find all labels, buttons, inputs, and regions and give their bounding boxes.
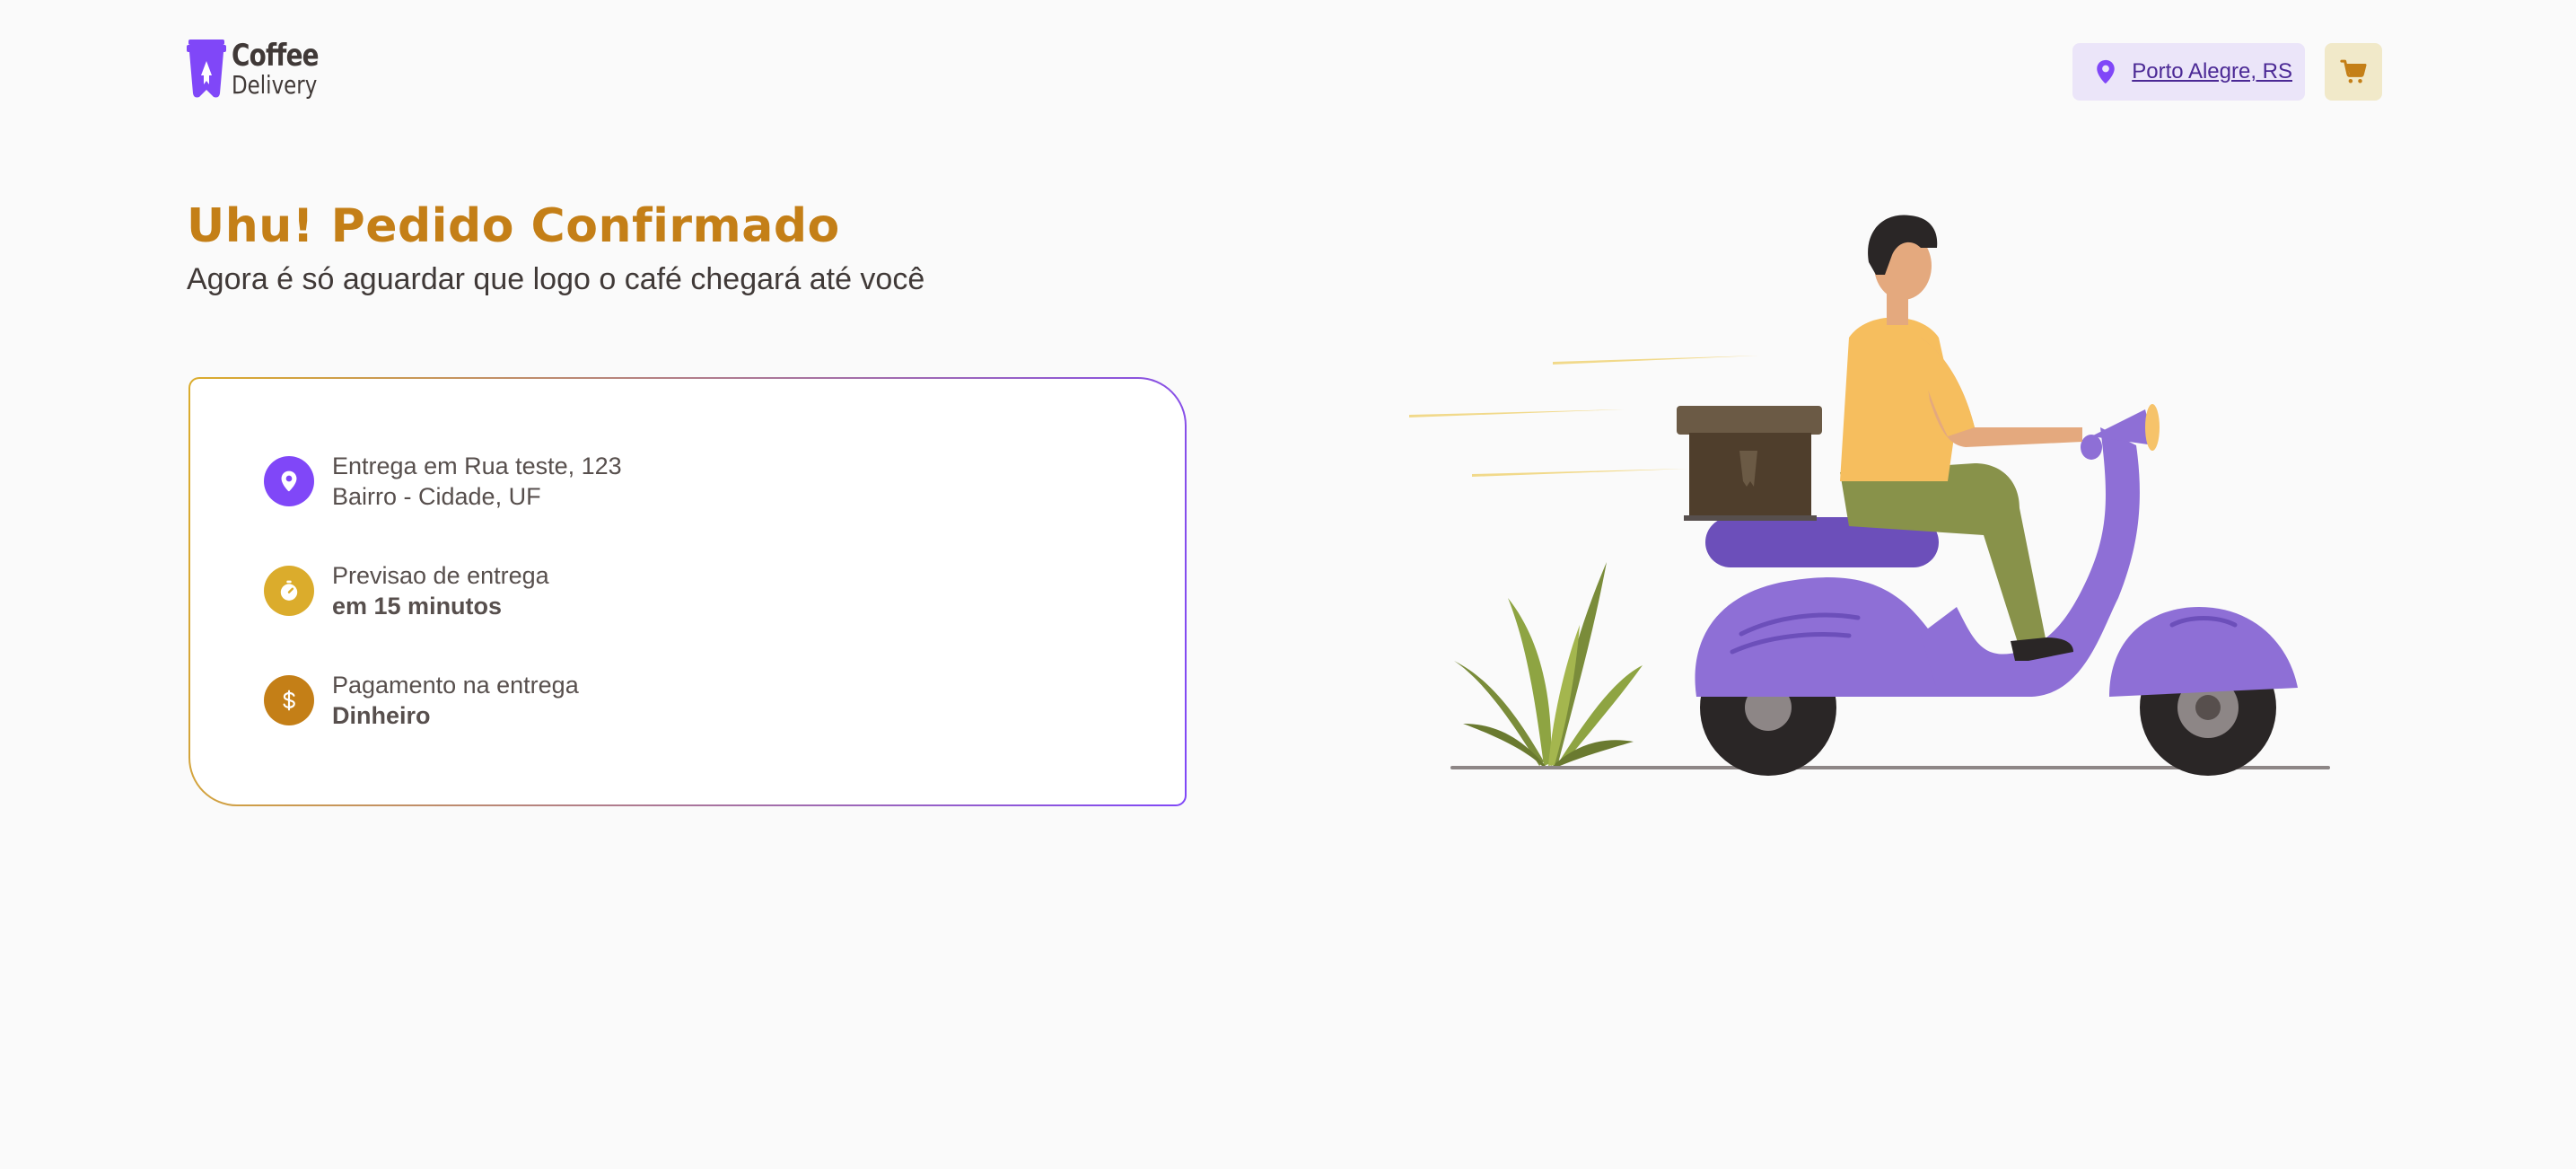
shopping-cart-icon <box>2340 59 2367 84</box>
header-actions: Porto Alegre, RS <box>2072 43 2382 101</box>
order-info-card-body: Entrega em Rua teste, 123 Bairro - Cidad… <box>190 379 1185 804</box>
page-subtitle: Agora é só aguardar que logo o café cheg… <box>187 262 925 296</box>
cart-button[interactable] <box>2325 43 2382 101</box>
eta-label: Previsao de entrega <box>332 562 549 589</box>
map-pin-icon <box>2097 59 2115 84</box>
delivery-address-text: Entrega em Rua teste, 123 Bairro - Cidad… <box>332 451 622 512</box>
payment-icon-badge <box>264 675 314 725</box>
brand-name: Coffee <box>232 38 320 74</box>
payment-method-text: Pagamento na entrega Dinheiro <box>332 670 579 731</box>
delivery-eta-row: Previsao de entrega em 15 minutos <box>264 560 549 621</box>
payment-value: Dinheiro <box>332 702 431 729</box>
address-district: Bairro - Cidade, UF <box>332 483 541 510</box>
page-title: Uhu! Pedido Confirmado <box>187 199 840 253</box>
address-street: Rua teste, 123 <box>464 453 622 479</box>
timer-icon <box>280 580 298 601</box>
brand-subname: Delivery <box>232 70 318 100</box>
eta-icon-badge <box>264 566 314 616</box>
address-icon-badge <box>264 456 314 506</box>
currency-dollar-icon <box>283 690 295 711</box>
location-button[interactable]: Porto Alegre, RS <box>2072 43 2305 101</box>
address-prefix: Entrega em <box>332 453 465 479</box>
eta-value: em 15 minutos <box>332 593 503 620</box>
delivery-eta-text: Previsao de entrega em 15 minutos <box>332 560 549 621</box>
brand-logo[interactable]: Coffee Delivery <box>187 40 337 101</box>
delivery-man-on-scooter-illustration <box>1409 215 2330 776</box>
payment-method-row: Pagamento na entrega Dinheiro <box>264 670 579 731</box>
payment-label: Pagamento na entrega <box>332 672 579 699</box>
coffee-cup-rocket-icon <box>187 40 226 98</box>
delivery-box <box>1677 406 1822 521</box>
location-label[interactable]: Porto Alegre, RS <box>2132 59 2292 84</box>
header: Coffee Delivery Porto Alegre, RS <box>187 40 2382 104</box>
delivery-address-row: Entrega em Rua teste, 123 Bairro - Cidad… <box>264 451 622 512</box>
map-pin-icon <box>281 470 297 492</box>
order-info-card: Entrega em Rua teste, 123 Bairro - Cidad… <box>188 377 1187 806</box>
plant <box>1454 562 1643 766</box>
